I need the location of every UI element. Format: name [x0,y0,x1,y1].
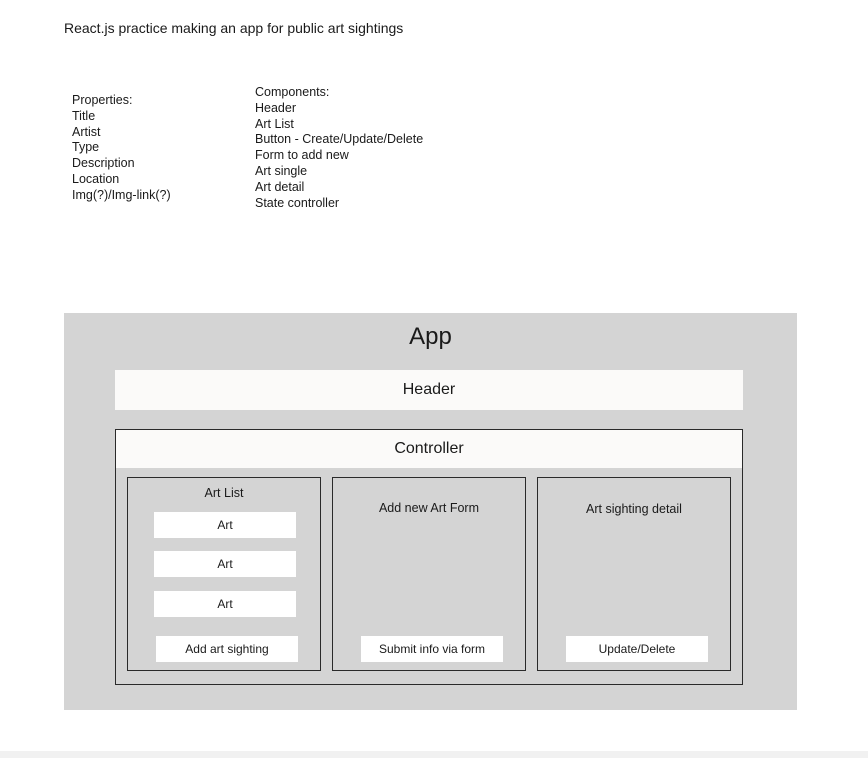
update-delete-label: Update/Delete [598,642,676,656]
art-item-label: Art [217,557,233,571]
app-frame: App Header Controller Art List Art Art A… [64,313,797,710]
properties-list: Properties: Title Artist Type Descriptio… [72,93,171,204]
controller-label: Controller [394,440,464,457]
property-item: Type [72,140,100,155]
art-item-label: Art [217,518,233,532]
art-list-panel: Art List Art Art Art Add art sighting [127,477,321,671]
component-item: State controller [255,195,340,210]
add-art-sighting-box: Add art sighting [156,636,298,662]
component-item: Art List [255,116,294,131]
component-item: Art detail [255,179,305,194]
bottom-strip [0,751,868,758]
art-item: Art [154,591,296,617]
property-item: Artist [72,124,101,139]
properties-heading: Properties: [72,93,133,107]
header-label: Header [402,381,456,398]
app-label: App [409,323,452,350]
art-item: Art [154,512,296,538]
controller-frame: Controller Art List Art Art Art Add art … [115,429,743,685]
controller-header: Controller [116,430,742,468]
art-item: Art [154,551,296,577]
art-item-label: Art [217,597,233,611]
components-heading: Components: [255,85,330,99]
property-item: Img(?)/Img-link(?) [72,187,171,202]
property-item: Description [72,156,135,171]
page-title: React.js practice making an app for publ… [64,20,404,36]
property-item: Title [72,108,96,123]
add-art-form-panel: Add new Art Form Submit info via form [332,477,526,671]
add-art-sighting-label: Add art sighting [185,642,269,656]
art-detail-panel: Art sighting detail Update/Delete [537,477,731,671]
component-item: Header [255,100,296,115]
art-detail-title: Art sighting detail [586,502,682,516]
art-list-title: Art List [204,486,244,500]
component-item: Art single [255,163,308,178]
component-item: Button - Create/Update/Delete [255,132,424,147]
submit-form-label: Submit info via form [378,642,486,656]
update-delete-box: Update/Delete [566,636,708,662]
components-list: Components: Header Art List Button - Cre… [255,85,423,211]
component-item: Form to add new [255,148,349,163]
submit-form-box: Submit info via form [361,636,503,662]
header-box: Header [115,370,743,410]
property-item: Location [72,171,120,186]
add-art-form-title: Add new Art Form [378,501,480,515]
